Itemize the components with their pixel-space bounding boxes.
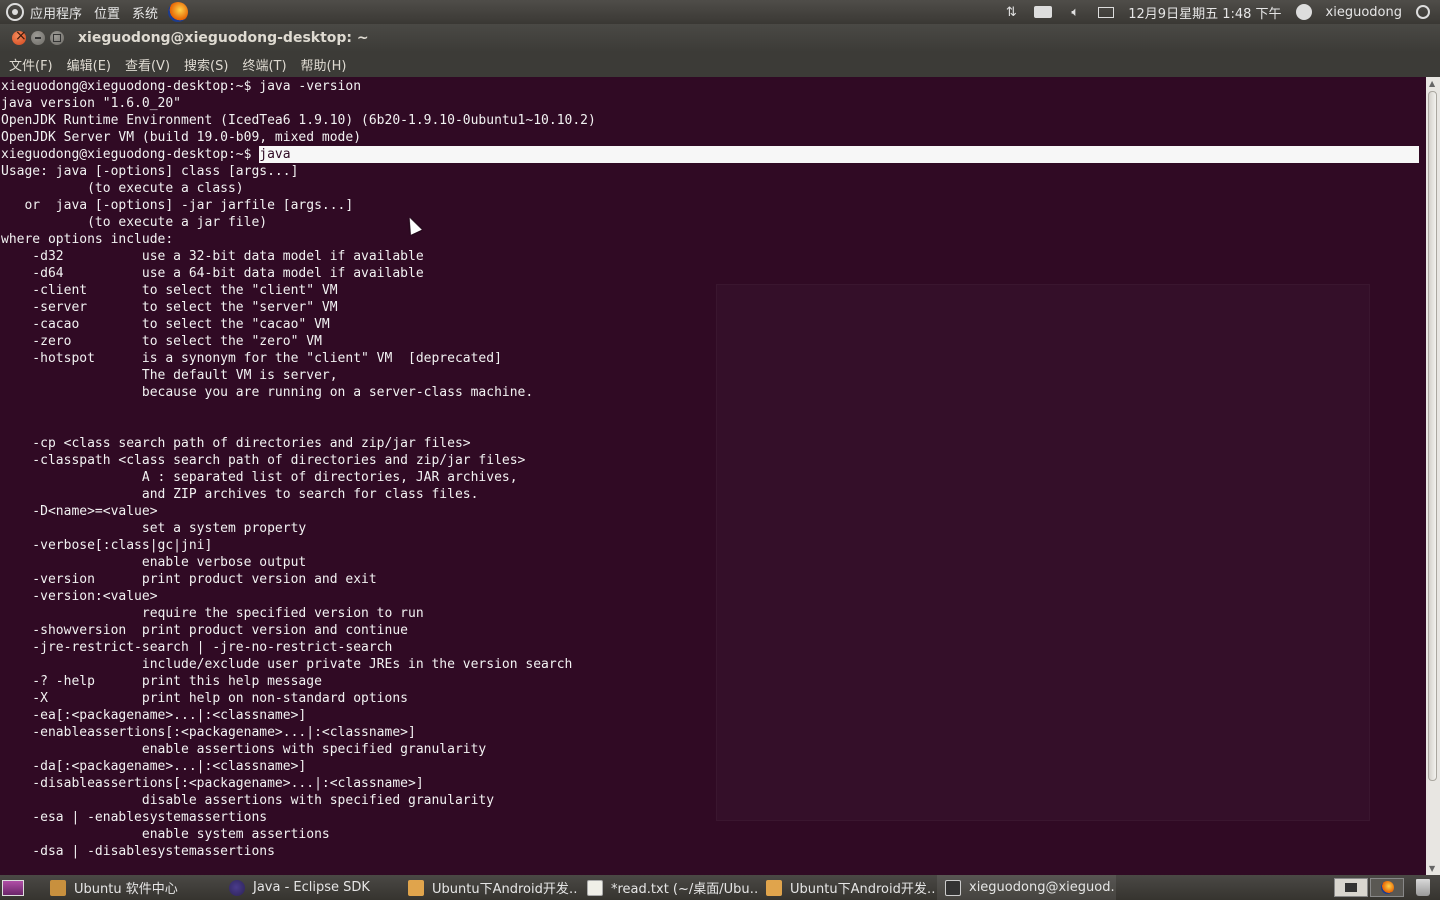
task-folder-1[interactable]: Ubuntu下Android开发… xyxy=(400,875,579,900)
menu-file[interactable]: 文件(F) xyxy=(2,55,60,74)
menu-view[interactable]: 查看(V) xyxy=(118,55,177,74)
terminal-icon xyxy=(945,879,961,896)
menubar: 文件(F) 编辑(E) 查看(V) 搜索(S) 终端(T) 帮助(H) xyxy=(0,52,1440,77)
eclipse-icon xyxy=(229,879,245,896)
menu-search[interactable]: 搜索(S) xyxy=(177,55,235,74)
window-title: xieguodong@xieguodong-desktop: ~ xyxy=(78,30,369,46)
close-button[interactable] xyxy=(12,28,27,45)
terminal-icon xyxy=(1345,883,1357,892)
terminal-block-usage: Usage: java [-options] class [args...] (… xyxy=(1,164,573,859)
clock[interactable]: 12月9日星期五 1:48 下午 xyxy=(1128,3,1281,22)
terminal-scrollbar[interactable]: ▲ ▼ xyxy=(1426,77,1440,875)
highlighted-command-line: java xyxy=(259,146,1420,163)
task-eclipse[interactable]: Java - Eclipse SDK xyxy=(221,875,400,900)
text-editor-icon xyxy=(587,879,603,896)
scroll-up-icon[interactable]: ▲ xyxy=(1429,79,1435,88)
show-desktop-button[interactable] xyxy=(2,879,24,896)
scroll-thumb[interactable] xyxy=(1428,91,1437,781)
minimize-button[interactable] xyxy=(31,31,45,45)
top-panel: 应用程序 位置 系统 ⇅ 🔈︎ 12月9日星期五 1:48 下午 xieguod… xyxy=(0,0,1440,24)
network-icon[interactable]: ⇅ xyxy=(1002,5,1020,20)
terminal-area[interactable]: xieguodong@xieguodong-desktop:~$ java -v… xyxy=(0,77,1426,875)
task-folder-2[interactable]: Ubuntu下Android开发… xyxy=(758,875,937,900)
task-label: Ubuntu下Android开发… xyxy=(432,882,579,897)
panel-menus: 应用程序 位置 系统 xyxy=(0,2,189,22)
terminal-prompt: xieguodong@xieguodong-desktop:~$ xyxy=(1,147,260,162)
menu-help[interactable]: 帮助(H) xyxy=(294,55,354,74)
menu-system[interactable]: 系统 xyxy=(126,3,164,22)
maximize-button[interactable] xyxy=(50,31,64,45)
power-icon[interactable] xyxy=(1416,5,1430,19)
folder-icon xyxy=(408,879,424,896)
keyboard-icon[interactable] xyxy=(1034,6,1053,18)
terminal-output: xieguodong@xieguodong-desktop:~$ java -v… xyxy=(0,77,1426,860)
scroll-down-icon[interactable]: ▼ xyxy=(1429,864,1435,873)
bottom-taskbar: Ubuntu 软件中心 Java - Eclipse SDK Ubuntu下An… xyxy=(0,875,1440,900)
command-text: java xyxy=(259,147,291,162)
user-icon xyxy=(1295,4,1312,20)
software-center-icon xyxy=(50,879,66,896)
username[interactable]: xieguodong xyxy=(1326,5,1402,20)
task-label: Ubuntu下Android开发… xyxy=(790,882,937,897)
volume-icon[interactable]: 🔈︎ xyxy=(1066,5,1084,20)
panel-tray: ⇅ 🔈︎ 12月9日星期五 1:48 下午 xieguodong xyxy=(1002,3,1440,22)
firefox-icon xyxy=(1380,881,1394,894)
task-terminal[interactable]: xieguodong@xieguod... xyxy=(937,875,1116,900)
menu-applications[interactable]: 应用程序 xyxy=(24,3,88,22)
task-label: *read.txt (~/桌面/Ubu… xyxy=(611,882,758,897)
task-label: xieguodong@xieguod... xyxy=(969,880,1116,895)
task-label: Java - Eclipse SDK xyxy=(253,880,370,895)
mail-icon[interactable] xyxy=(1098,6,1115,18)
workspace-1[interactable] xyxy=(1334,878,1368,897)
trash-icon[interactable] xyxy=(1416,879,1430,896)
folder-icon xyxy=(766,879,782,896)
task-label: Ubuntu 软件中心 xyxy=(74,882,178,897)
workspace-switcher[interactable] xyxy=(1334,878,1404,897)
window-titlebar[interactable]: xieguodong@xieguodong-desktop: ~ xyxy=(0,24,1440,52)
terminal-block-version: xieguodong@xieguodong-desktop:~$ java -v… xyxy=(1,79,596,145)
menu-terminal[interactable]: 终端(T) xyxy=(235,55,293,74)
menu-places[interactable]: 位置 xyxy=(88,3,126,22)
workspace-2[interactable] xyxy=(1370,878,1404,897)
ubuntu-logo-icon[interactable] xyxy=(6,3,24,21)
firefox-icon[interactable] xyxy=(168,2,189,22)
menu-edit[interactable]: 编辑(E) xyxy=(60,55,118,74)
task-text-editor[interactable]: *read.txt (~/桌面/Ubu… xyxy=(579,875,758,900)
task-software-center[interactable]: Ubuntu 软件中心 xyxy=(42,875,221,900)
